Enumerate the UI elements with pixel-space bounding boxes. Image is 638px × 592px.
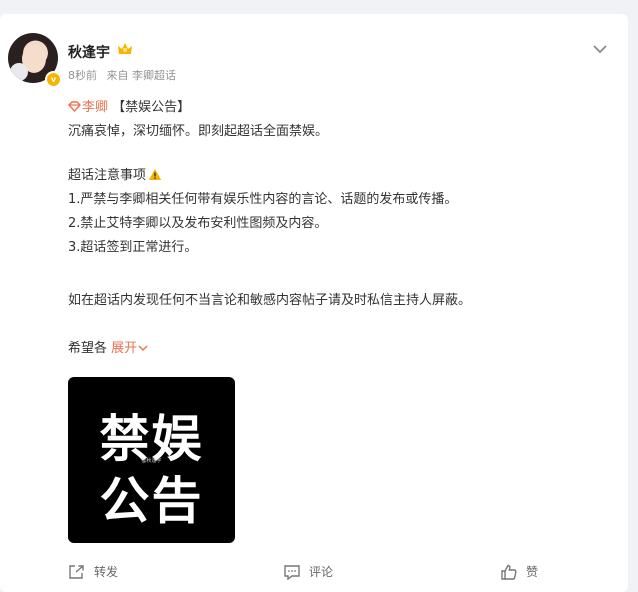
post-time[interactable]: 8秒前 <box>68 69 97 82</box>
post-line: 沉痛哀悼，深切缅怀。即刻起超话全面禁娱。 <box>68 124 329 139</box>
notice-heading-text: 超话注意事项 <box>68 168 147 183</box>
notice-heading: 超话注意事项 <box>68 164 162 183</box>
avatar-hand <box>10 63 28 81</box>
post-image[interactable]: 禁娱 @秋逢宇 公告 <box>68 377 235 543</box>
expand-label: 展开 <box>111 341 138 356</box>
comment-label: 评论 <box>309 565 334 579</box>
truncated-text: 希望各 <box>68 341 108 356</box>
topic-link[interactable]: 李卿 <box>68 100 112 115</box>
repost-button[interactable]: 转发 <box>68 563 118 580</box>
repost-label: 转发 <box>94 565 119 579</box>
comment-icon <box>284 565 300 581</box>
author-name[interactable]: 秋逢宇 <box>68 42 110 62</box>
topic-label: 李卿 <box>82 100 109 115</box>
like-label: 赞 <box>526 565 539 579</box>
chevron-down-icon[interactable] <box>592 43 608 55</box>
comment-button[interactable]: 评论 <box>283 563 334 581</box>
topic-line: 李卿 【禁娱公告】 <box>68 96 190 115</box>
post-meta: 8秒前 来自 李卿超话 <box>68 67 182 83</box>
post-line: 如在超话内发现任何不当言论和敏感内容帖子请及时私信主持人屏蔽。 <box>68 293 472 308</box>
post-source[interactable]: 来自 李卿超话 <box>107 69 177 82</box>
post-line: 2.禁止艾特李卿以及发布安利性图频及内容。 <box>68 216 328 231</box>
post-line: 1.严禁与李卿相关任何带有娱乐性内容的言论、话题的发布或传播。 <box>68 192 458 207</box>
topic-icon <box>68 101 81 112</box>
vip-crown-icon <box>118 43 132 54</box>
repost-icon <box>69 565 84 579</box>
weibo-post-card: v 秋逢宇 8秒前 来自 李卿超话 李卿 【禁娱公告】 沉痛哀悼，深切缅怀。即刻… <box>0 14 628 592</box>
post-line: 3.超话签到正常进行。 <box>68 240 198 255</box>
post-tag: 【禁娱公告】 <box>112 100 191 115</box>
poster-line2: 公告 <box>99 471 204 530</box>
like-icon <box>501 564 517 580</box>
warning-icon <box>148 169 162 180</box>
truncated-line: 希望各 展开 <box>68 337 148 356</box>
expand-button[interactable]: 展开 <box>111 341 148 356</box>
chevron-down-icon <box>138 345 148 351</box>
verified-badge-icon: v <box>45 71 62 88</box>
like-button[interactable]: 赞 <box>500 563 538 580</box>
